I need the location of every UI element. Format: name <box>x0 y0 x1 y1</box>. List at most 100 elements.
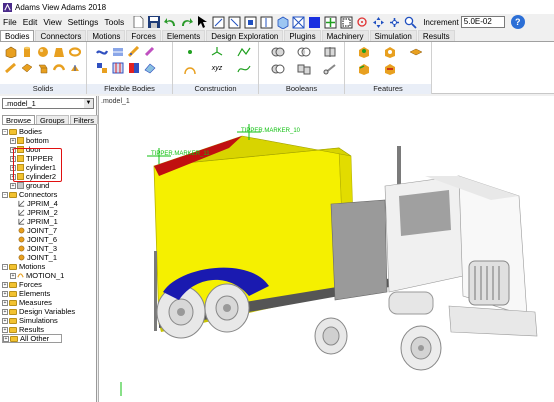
tab-bodies[interactable]: Bodies <box>0 30 35 41</box>
3d-viewport[interactable]: .model_1 TIPPER.MARKER_11 TIPPER.MARKER_… <box>98 96 554 402</box>
cube-view-icon[interactable] <box>275 15 289 29</box>
tree-node-jprim4[interactable]: JPRIM_4 <box>2 199 96 208</box>
discrete-flex-link-icon[interactable] <box>143 45 156 58</box>
point-icon[interactable] <box>179 45 201 58</box>
boolean-split-icon[interactable] <box>319 45 341 58</box>
shell-icon[interactable] <box>379 62 401 75</box>
increment-input[interactable]: 5.0E-02 <box>460 16 505 28</box>
collapse-icon[interactable]: − <box>2 191 8 198</box>
viewflex-icon[interactable] <box>95 45 108 58</box>
zoom-icon[interactable] <box>403 15 417 29</box>
view-iso-icon[interactable] <box>211 15 225 29</box>
sphere-icon[interactable] <box>36 45 49 58</box>
polyline-icon[interactable] <box>233 45 255 58</box>
select-arrow-icon[interactable] <box>195 15 209 29</box>
beam-flex-icon[interactable] <box>127 45 140 58</box>
tab-machinery[interactable]: Machinery <box>321 30 369 41</box>
wireframe-icon[interactable] <box>291 15 305 29</box>
boolean-cut-icon[interactable] <box>267 62 289 75</box>
revolution-icon[interactable] <box>52 61 65 74</box>
undo-icon[interactable] <box>163 15 177 29</box>
view-right-icon[interactable] <box>259 15 273 29</box>
menu-tools[interactable]: Tools <box>101 17 127 27</box>
boss-icon[interactable] <box>405 45 427 58</box>
expand-icon[interactable]: + <box>10 272 16 279</box>
flex-body-icon[interactable] <box>111 45 124 58</box>
zoom-box-icon[interactable] <box>339 15 353 29</box>
chevron-down-icon[interactable]: ▼ <box>84 99 93 108</box>
menu-view[interactable]: View <box>40 17 64 27</box>
tree-node-bottom[interactable]: + bottom <box>2 136 96 145</box>
chamfer-icon[interactable] <box>353 45 375 58</box>
tree-node-results[interactable]: + Results <box>2 325 96 334</box>
model-selector[interactable]: .model_1 ▼ <box>2 98 94 109</box>
boolean-intersect-icon[interactable] <box>293 45 315 58</box>
flex-grid-icon[interactable] <box>111 61 124 74</box>
link-icon[interactable] <box>4 61 17 74</box>
tab-elements[interactable]: Elements <box>161 30 206 41</box>
menu-file[interactable]: File <box>0 17 20 27</box>
center-icon[interactable] <box>355 15 369 29</box>
expand-icon[interactable]: + <box>2 326 8 333</box>
tab-forces[interactable]: Forces <box>126 30 161 41</box>
tree-node-motions[interactable]: − Motions <box>2 262 96 271</box>
view-top-icon[interactable] <box>243 15 257 29</box>
collapse-icon[interactable]: − <box>2 263 8 270</box>
cylinder-icon[interactable] <box>20 45 33 58</box>
collapse-icon[interactable]: − <box>2 128 8 135</box>
tree-node-all-other[interactable]: + All Other <box>2 334 62 343</box>
extrusion-icon[interactable] <box>36 61 49 74</box>
expand-icon[interactable]: + <box>2 308 8 315</box>
tree-node-elements[interactable]: + Elements <box>2 289 96 298</box>
tab-motions[interactable]: Motions <box>87 30 126 41</box>
spline-icon[interactable] <box>233 62 255 75</box>
torus-icon[interactable] <box>68 45 81 58</box>
xyz-marker-icon[interactable]: xyz <box>206 62 228 75</box>
tab-connectors[interactable]: Connectors <box>35 30 87 41</box>
expand-icon[interactable]: + <box>10 182 16 189</box>
tree-node-forces[interactable]: + Forces <box>2 280 96 289</box>
tab-design-exploration[interactable]: Design Exploration <box>206 30 284 41</box>
tab-groups[interactable]: Groups <box>36 115 69 125</box>
rotate-view-icon[interactable] <box>371 15 385 29</box>
tree-node-connectors[interactable]: − Connectors <box>2 190 96 199</box>
expand-icon[interactable]: + <box>3 335 9 342</box>
expand-icon[interactable]: + <box>2 317 8 324</box>
tree-node-jprim2[interactable]: JPRIM_2 <box>2 208 96 217</box>
render-color-icon[interactable] <box>307 15 321 29</box>
view-front-icon[interactable] <box>227 15 241 29</box>
boolean-merge-icon[interactable] <box>293 62 315 75</box>
fit-view-icon[interactable] <box>323 15 337 29</box>
save-icon[interactable] <box>147 15 161 29</box>
arc-icon[interactable] <box>179 62 201 75</box>
frustum-icon[interactable] <box>52 45 65 58</box>
tree-node-bodies[interactable]: − Bodies <box>2 127 96 136</box>
box-icon[interactable] <box>4 45 17 58</box>
tree-node-simulations[interactable]: + Simulations <box>2 316 96 325</box>
tree-node-joint1[interactable]: JOINT_1 <box>2 253 96 262</box>
tab-plugins[interactable]: Plugins <box>284 30 321 41</box>
help-icon[interactable]: ? <box>510 15 525 29</box>
boolean-chain-icon[interactable] <box>319 62 341 75</box>
tree-node-jprim1[interactable]: JPRIM_1 <box>2 217 96 226</box>
flex-sheet-icon[interactable] <box>143 61 156 74</box>
tree-node-motion1[interactable]: + MOTION_1 <box>2 271 96 280</box>
menu-edit[interactable]: Edit <box>20 17 41 27</box>
redo-icon[interactable] <box>179 15 193 29</box>
menu-settings[interactable]: Settings <box>65 17 102 27</box>
tab-browse[interactable]: Browse <box>2 115 36 125</box>
expand-icon[interactable]: + <box>2 290 8 297</box>
tree-node-joint7[interactable]: JOINT_7 <box>2 226 96 235</box>
flex-color-icon[interactable] <box>127 61 140 74</box>
boolean-union-icon[interactable] <box>267 45 289 58</box>
expand-icon[interactable]: + <box>2 299 8 306</box>
marker-icon[interactable] <box>206 45 228 58</box>
new-file-icon[interactable] <box>131 15 145 29</box>
translate-view-icon[interactable] <box>387 15 401 29</box>
expand-icon[interactable]: + <box>10 137 16 144</box>
tree-node-joint3[interactable]: JOINT_3 <box>2 244 96 253</box>
fillet-icon[interactable] <box>353 62 375 75</box>
tree-node-measures[interactable]: + Measures <box>2 298 96 307</box>
plate-icon[interactable] <box>20 61 33 74</box>
swap-flex-icon[interactable] <box>95 61 108 74</box>
